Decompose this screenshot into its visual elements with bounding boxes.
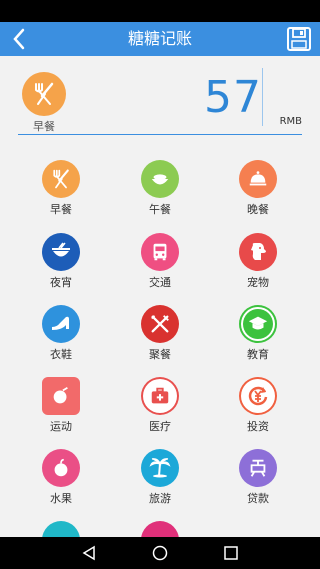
category-medical-circle [141,377,179,415]
category-breakfast[interactable]: 早餐 [21,160,101,220]
triangle-back-icon [82,545,95,561]
category-transport-circle [141,233,179,271]
floppy-disk-icon [287,27,311,51]
nav-recents-button[interactable] [221,543,241,563]
medical-kit-icon [151,387,169,404]
category-education[interactable]: 教育 [218,305,298,365]
category-loan-circle [239,449,277,487]
noodle-bowl-icon [52,242,70,257]
currency-label: RMB [279,116,302,127]
category-sports-circle [42,377,80,415]
category-travel-label: 旅游 [149,492,171,505]
category-dining-out-circle [141,305,179,343]
category-late-night-label: 夜宵 [50,276,72,289]
category-partial-2-circle [141,521,179,537]
category-dinner-label: 晚餐 [247,203,269,216]
square-recents-icon [224,546,238,560]
selected-category-label: 早餐 [33,120,55,133]
amount-value[interactable]: 57 [204,72,262,123]
app-bar: 糖糖记账 [0,22,320,56]
category-fruit[interactable]: 水果 [21,449,101,509]
category-breakfast-label: 早餐 [50,203,72,216]
category-lunch-circle [141,160,179,198]
category-travel[interactable]: 旅游 [120,449,200,509]
category-breakfast-circle [42,160,80,198]
dog-icon [251,243,266,260]
high-heel-icon [52,316,69,330]
category-pet-label: 宠物 [247,276,269,289]
amount-underline [18,134,302,135]
category-lunch[interactable]: 午餐 [120,160,200,220]
crossed-utensils-icon [151,315,169,333]
category-partial-1-circle [42,521,80,537]
category-education-label: 教育 [247,348,269,361]
save-button[interactable] [286,26,312,52]
nav-back-button[interactable] [79,543,99,563]
status-bar [0,0,320,22]
fork-knife-icon [35,82,54,105]
category-fruit-circle [42,449,80,487]
fork-knife-icon [53,169,69,189]
category-pet-circle [239,233,277,271]
category-medical-label: 医疗 [149,420,171,433]
category-sports[interactable]: 运动 [21,377,101,437]
category-dinner[interactable]: 晚餐 [218,160,298,220]
entry-panel: 早餐 57 RMB [0,56,320,138]
category-education-circle [239,305,277,343]
category-investment[interactable]: 投资 [218,377,298,437]
page-title: 糖糖记账 [127,29,192,48]
category-dining-out[interactable]: 聚餐 [120,305,200,365]
graduation-cap-icon [248,316,268,330]
category-clothing[interactable]: 衣鞋 [21,305,101,365]
category-late-night[interactable]: 夜宵 [21,233,101,293]
category-travel-circle [141,449,179,487]
category-dining-out-label: 聚餐 [149,348,171,361]
category-loan-label: 贷款 [247,492,269,505]
circle-home-icon [152,545,168,561]
loan-icon [250,459,266,477]
category-loan[interactable]: 贷款 [218,449,298,509]
nav-home-button[interactable] [150,543,170,563]
category-transport[interactable]: 交通 [120,233,200,293]
category-transport-label: 交通 [149,276,171,289]
category-sports-label: 运动 [50,420,72,433]
text-cursor [262,68,263,126]
palm-tree-icon [149,458,171,478]
serving-cloche-icon [249,171,267,186]
category-investment-circle [239,377,277,415]
category-medical[interactable]: 医疗 [120,377,200,437]
category-clothing-circle [42,305,80,343]
sport-ball-icon [53,386,68,404]
category-late-night-circle [42,233,80,271]
navigation-bar [0,537,320,569]
category-dinner-circle [239,160,277,198]
category-partial-1[interactable] [21,521,101,537]
category-clothing-label: 衣鞋 [50,348,72,361]
category-lunch-label: 午餐 [149,203,171,216]
bus-icon [153,243,167,261]
category-investment-label: 投资 [247,420,269,433]
rice-bowl-icon [151,174,169,185]
category-fruit-label: 水果 [50,492,72,505]
fruit-icon [54,458,68,477]
category-pet[interactable]: 宠物 [218,233,298,293]
yuan-refresh-icon [248,386,268,406]
category-partial-2[interactable] [120,521,200,537]
selected-category-icon[interactable] [22,72,66,116]
